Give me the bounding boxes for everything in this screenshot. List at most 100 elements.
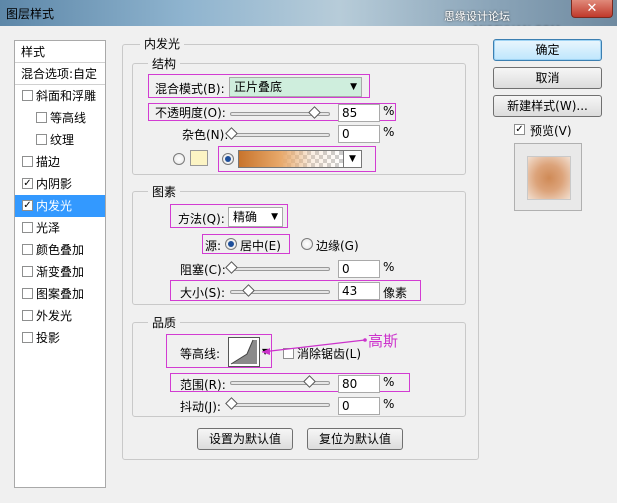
gradient-radio[interactable] [222,153,234,165]
style-item[interactable]: 图案叠加 [15,283,105,305]
style-item-label: 颜色叠加 [36,243,85,257]
contour-label: 等高线: [180,347,221,361]
size-input[interactable]: 43 [338,282,380,300]
style-item-checkbox[interactable] [22,266,33,277]
blend-mode-label: 混合模式(B): [155,82,225,96]
style-item-label: 外发光 [36,309,73,323]
style-item-label: 等高线 [50,111,87,125]
choke-label: 阻塞(C): [180,263,226,277]
style-item[interactable]: 渐变叠加 [15,261,105,283]
style-item[interactable]: 纹理 [15,129,105,151]
jitter-slider[interactable] [225,397,330,410]
ok-button[interactable]: 确定 [493,39,602,61]
noise-percent: % [383,125,395,139]
style-item-checkbox[interactable] [22,90,33,101]
noise-slider[interactable] [225,127,330,140]
choke-slider[interactable] [225,261,330,274]
style-item-label: 描边 [36,155,61,169]
size-slider[interactable] [230,284,330,297]
style-item[interactable]: 投影 [15,327,105,349]
chevron-down-icon[interactable]: ▼ [262,347,268,356]
elements-title: 图素 [148,183,181,200]
style-item[interactable]: 斜面和浮雕 [15,85,105,107]
blend-mode-select[interactable]: 正片叠底 ▼ [229,77,362,97]
new-style-button[interactable]: 新建样式(W)... [493,95,602,117]
style-item-checkbox[interactable] [22,310,33,321]
antialias-checkbox[interactable] [283,348,294,359]
range-input[interactable]: 80 [338,375,380,393]
style-item[interactable]: 颜色叠加 [15,239,105,261]
style-item-checkbox[interactable]: ✓ [22,200,33,211]
style-item-checkbox[interactable] [36,134,47,145]
source-center-radio[interactable] [225,238,237,250]
choke-input[interactable]: 0 [338,260,380,278]
reset-default-button[interactable]: 复位为默认值 [307,428,403,450]
title-bar: 图层样式 思缘设计论坛 www.MISSYUAN.COM ✕ [0,0,617,37]
blend-options-item[interactable]: 混合选项:自定 [15,63,105,85]
style-item[interactable]: 等高线 [15,107,105,129]
opacity-percent: % [383,104,395,118]
range-label: 范围(R): [180,378,226,392]
style-item[interactable]: 描边 [15,151,105,173]
cancel-button[interactable]: 取消 [493,67,602,89]
style-item-checkbox[interactable] [36,112,47,123]
choke-percent: % [383,260,395,274]
glow-color-swatch[interactable] [190,150,208,166]
gradient-picker[interactable]: ▼ [238,150,362,168]
range-slider[interactable] [230,375,330,388]
chevron-down-icon: ▼ [350,82,357,92]
method-label: 方法(Q): [178,212,225,226]
styles-list: 样式 混合选项:自定 斜面和浮雕 等高线 纹理 描边 ✓ 内阴影 ✓ 内发光 光泽 颜色叠加 渐变叠… [14,40,106,488]
source-center-label[interactable]: 居中(E) [240,237,281,254]
style-item-label: 投影 [36,331,61,345]
annotation-text: 高斯 [368,332,399,350]
source-label: 源: [205,239,222,253]
quality-title: 品质 [148,314,181,331]
noise-input[interactable]: 0 [338,125,380,143]
antialias-label[interactable]: 消除锯齿(L) [297,345,361,362]
opacity-slider[interactable] [230,106,330,119]
method-value: 精确 [233,210,258,224]
preview-swatch [527,156,571,200]
style-item-checkbox[interactable] [22,222,33,233]
style-item-checkbox[interactable] [22,288,33,299]
jitter-input[interactable]: 0 [338,397,380,415]
style-item[interactable]: 光泽 [15,217,105,239]
color-radio[interactable] [173,153,185,165]
gradient-preview [239,151,343,167]
style-item-label: 内发光 [36,199,73,213]
styles-header[interactable]: 样式 [15,41,105,63]
contour-picker[interactable] [228,337,260,367]
style-item[interactable]: ✓ 内阴影 [15,173,105,195]
style-item-label: 斜面和浮雕 [36,89,97,103]
style-item-label: 图案叠加 [36,287,85,301]
style-preview [514,143,582,211]
style-item-checkbox[interactable] [22,332,33,343]
method-select[interactable]: 精确 ▼ [228,207,283,227]
opacity-label: 不透明度(O): [155,106,226,120]
chevron-down-icon: ▼ [271,212,278,222]
structure-title: 结构 [148,55,181,72]
contour-curve-icon [230,339,257,365]
make-default-button[interactable]: 设置为默认值 [197,428,293,450]
blend-mode-value: 正片叠底 [234,80,283,94]
style-item[interactable]: ✓ 内发光 [15,195,105,217]
style-item-checkbox[interactable] [22,156,33,167]
style-item-label: 渐变叠加 [36,265,85,279]
size-label: 大小(S): [180,286,226,300]
style-item-label: 纹理 [50,133,75,147]
style-item-label: 光泽 [36,221,61,235]
noise-label: 杂色(N): [182,128,229,142]
style-item-checkbox[interactable] [22,244,33,255]
preview-checkbox[interactable]: ✓ [514,124,525,135]
chevron-down-icon[interactable]: ▼ [343,151,361,167]
window-title: 图层样式 [6,7,55,21]
size-unit: 像素 [383,286,408,300]
style-item[interactable]: 外发光 [15,305,105,327]
source-edge-radio[interactable] [301,238,313,250]
close-button[interactable]: ✕ [571,0,613,18]
source-edge-label[interactable]: 边缘(G) [316,237,359,254]
style-item-checkbox[interactable]: ✓ [22,178,33,189]
opacity-input[interactable]: 85 [338,104,380,122]
preview-label[interactable]: 预览(V) [530,122,572,139]
